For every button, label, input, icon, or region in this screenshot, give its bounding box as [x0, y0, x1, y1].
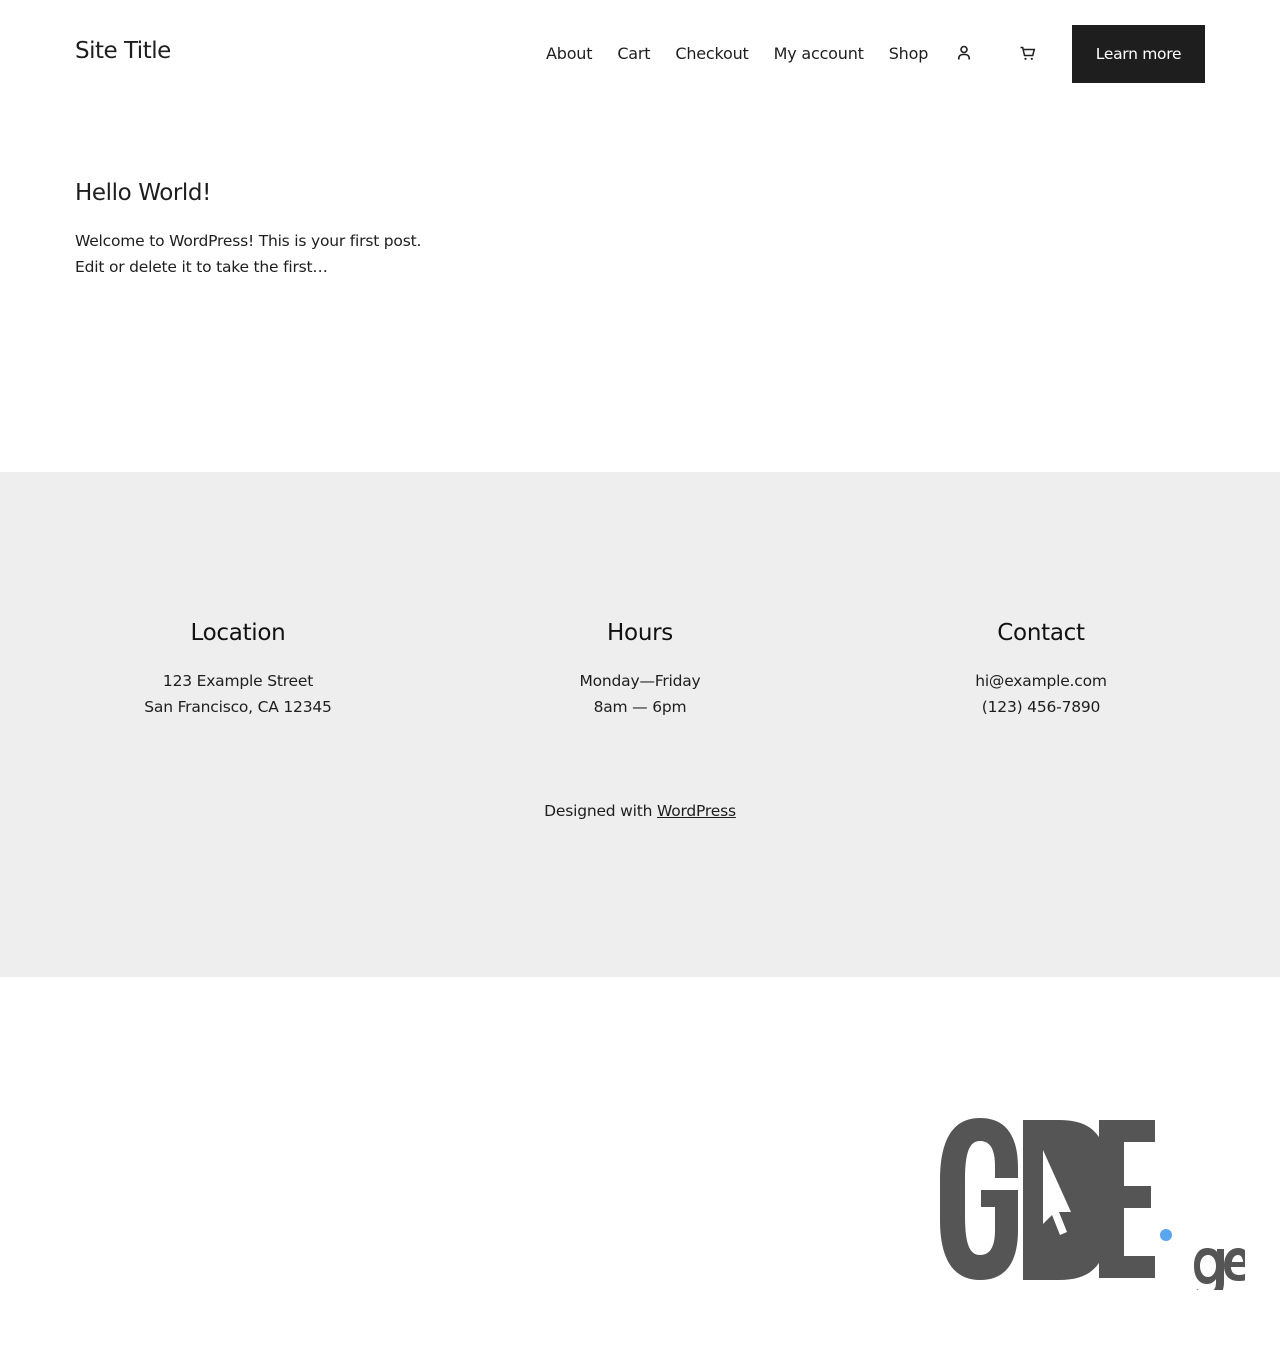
cart-icon[interactable]: [1018, 43, 1038, 63]
hours-days: Monday—Friday: [579, 672, 701, 690]
footer-location: Location 123 Example Street San Francisc…: [28, 620, 448, 720]
learn-more-button[interactable]: Learn more: [1072, 25, 1205, 83]
hours-times: 8am — 6pm: [593, 698, 687, 716]
wordpress-link[interactable]: WordPress: [657, 802, 736, 820]
post-excerpt-line1: Welcome to WordPress! This is your first…: [75, 232, 422, 250]
post-excerpt: Welcome to WordPress! This is your first…: [75, 228, 495, 280]
user-icon[interactable]: [954, 43, 974, 63]
nav-item-shop[interactable]: Shop: [889, 44, 929, 63]
footer-hours: Hours Monday—Friday 8am — 6pm: [430, 620, 850, 720]
nav-item-checkout[interactable]: Checkout: [675, 44, 748, 63]
nav-item-my-account[interactable]: My account: [774, 44, 864, 63]
post-title[interactable]: Hello World!: [75, 180, 495, 206]
contact-phone[interactable]: (123) 456-7890: [982, 698, 1101, 716]
post-excerpt-line2: Edit or delete it to take the first…: [75, 258, 328, 276]
location-heading: Location: [190, 620, 286, 646]
footer-contact: Contact hi@example.com (123) 456-7890: [831, 620, 1251, 720]
credit-prefix: Designed with: [544, 802, 657, 820]
site-header: Site Title About Cart Checkout My accoun…: [0, 0, 1280, 108]
nav-item-cart[interactable]: Cart: [617, 44, 650, 63]
contact-heading: Contact: [997, 620, 1085, 646]
post-excerpt-block: Hello World! Welcome to WordPress! This …: [75, 180, 495, 280]
site-footer: Location 123 Example Street San Francisc…: [0, 472, 1280, 977]
location-text: 123 Example Street San Francisco, CA 123…: [28, 668, 448, 720]
gde-logo[interactable]: [935, 1110, 1250, 1299]
footer-credit: Designed with WordPress: [0, 802, 1280, 820]
location-city: San Francisco, CA 12345: [144, 698, 332, 716]
contact-text: hi@example.com (123) 456-7890: [831, 668, 1251, 720]
site-title[interactable]: Site Title: [75, 38, 171, 64]
main-nav: About Cart Checkout My account Shop: [546, 44, 928, 63]
hours-text: Monday—Friday 8am — 6pm: [430, 668, 850, 720]
contact-email[interactable]: hi@example.com: [975, 672, 1107, 690]
location-street: 123 Example Street: [162, 672, 314, 690]
nav-item-about[interactable]: About: [546, 44, 593, 63]
hours-heading: Hours: [607, 620, 673, 646]
